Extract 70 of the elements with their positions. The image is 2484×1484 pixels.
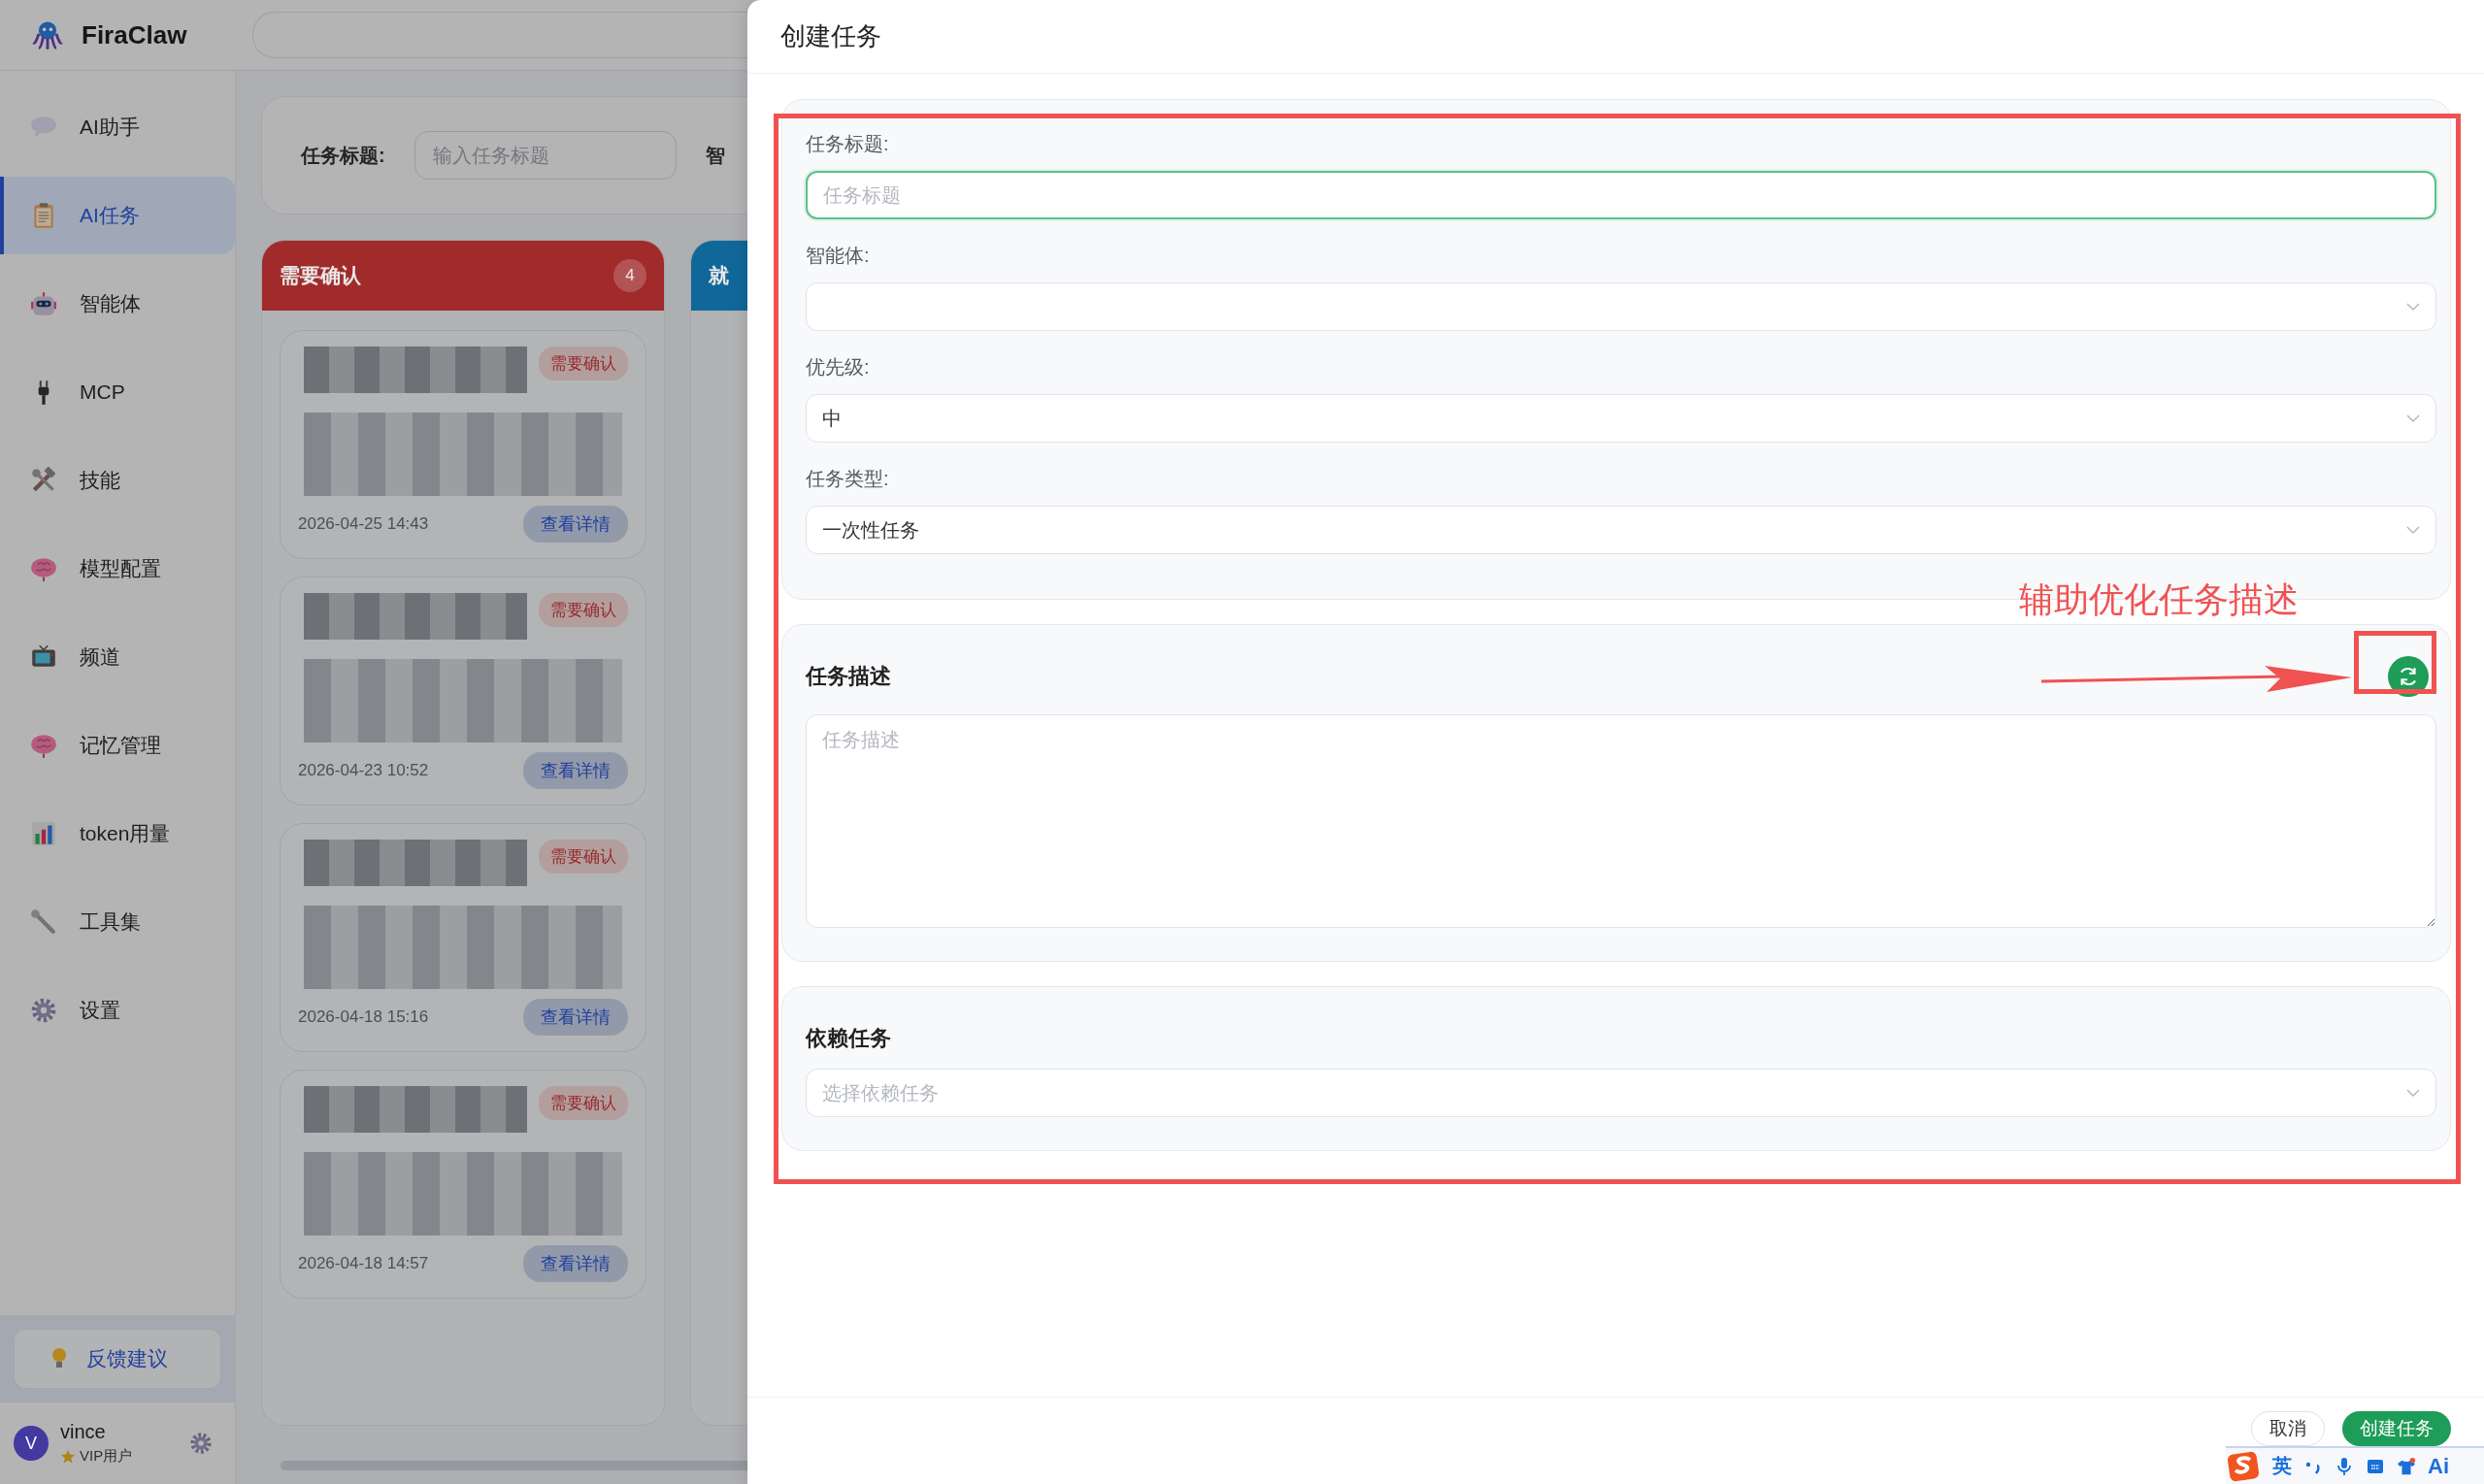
sidebar-item[interactable]: MCP (0, 353, 235, 431)
task-card[interactable]: 需要确认 2026-04-18 14:57 查看详情 (280, 1070, 646, 1299)
octopus-logo-icon (31, 18, 64, 51)
task-card[interactable]: 需要确认 2026-04-25 14:43 查看详情 (280, 330, 646, 559)
feedback-button[interactable]: 反馈建议 (14, 1329, 221, 1389)
t-shirt-icon[interactable] (2397, 1456, 2416, 1476)
panel-title: 创建任务 (780, 20, 881, 52)
annotation-text: 辅助优化任务描述 (2019, 578, 2299, 621)
s-logo-icon[interactable] (2228, 1449, 2261, 1483)
card-timestamp: 2026-04-18 14:57 (298, 1254, 429, 1273)
sidebar-item[interactable]: 工具集 (0, 883, 235, 961)
create-button[interactable]: 创建任务 (2342, 1411, 2451, 1446)
microphone-icon[interactable] (2335, 1456, 2354, 1476)
field-label: 优先级: (806, 355, 871, 379)
bar-chart-icon (29, 819, 58, 848)
star-icon (60, 1448, 76, 1465)
chevron-down-icon (2406, 303, 2420, 311)
chevron-down-icon (2406, 1089, 2420, 1097)
chevron-down-icon (2406, 526, 2420, 534)
settings-icon[interactable] (188, 1431, 214, 1456)
card-timestamp: 2026-04-25 14:43 (298, 514, 429, 534)
user-avatar: V (14, 1426, 49, 1461)
column-title: 需要确认 (280, 263, 361, 288)
user-name: vince (60, 1421, 107, 1443)
card-timestamp: 2026-04-18 15:16 (298, 1007, 429, 1027)
view-details-button[interactable]: 查看详情 (523, 752, 628, 789)
task-title-field[interactable]: 输入任务标题 (414, 131, 677, 180)
sidebar-item[interactable]: AI任务 (0, 177, 235, 254)
view-details-button[interactable]: 查看详情 (523, 1245, 628, 1282)
sidebar-item[interactable]: 记忆管理 (0, 707, 235, 784)
sidebar-item[interactable]: 模型配置 (0, 530, 235, 608)
card-timestamp: 2026-04-23 10:52 (298, 761, 429, 780)
section-heading: 任务描述 (806, 663, 891, 690)
status-badge: 需要确认 (539, 840, 628, 874)
column-title: 就 (709, 263, 729, 288)
settings-icon (29, 996, 58, 1025)
task-card[interactable]: 需要确认 2026-04-18 15:16 查看详情 (280, 823, 646, 1052)
sidebar-item[interactable]: 技能 (0, 442, 235, 519)
sidebar-item[interactable]: token用量 (0, 795, 235, 873)
sidebar-item[interactable]: 智能体 (0, 265, 235, 343)
sidebar-item[interactable]: 频道 (0, 618, 235, 696)
view-details-button[interactable]: 查看详情 (523, 999, 628, 1036)
sidebar-item[interactable]: 设置 (0, 972, 235, 1049)
app-name: FiraClaw (82, 19, 187, 50)
field-label: 任务类型: (806, 467, 890, 491)
status-badge: 需要确认 (539, 593, 628, 627)
field-label: 智能体: (806, 244, 871, 268)
wrench-icon (29, 907, 58, 937)
description-field[interactable]: 任务描述 (806, 714, 2436, 928)
sidebar-item[interactable]: AI助手 (0, 88, 235, 166)
view-details-button[interactable]: 查看详情 (523, 506, 628, 543)
dropdown-field[interactable]: 一次性任务 (806, 506, 2436, 554)
status-badge: 需要确认 (539, 346, 628, 380)
search-field[interactable] (252, 12, 749, 58)
text-input-field[interactable]: 任务标题 (806, 171, 2436, 219)
ai-button[interactable]: Ai (2428, 1453, 2449, 1479)
cancel-button[interactable]: 取消 (2251, 1411, 2325, 1446)
language-mode[interactable]: 英 (2272, 1453, 2292, 1479)
chevron-down-icon (2406, 414, 2420, 422)
robot-icon (29, 289, 58, 318)
field-label: 任务标题: (806, 132, 890, 156)
dropdown-field[interactable]: 中 (806, 394, 2436, 443)
filter-label: 任务标题: (301, 143, 385, 168)
dropdown-field[interactable] (806, 282, 2436, 331)
count-badge: 4 (613, 259, 646, 292)
filter-label: 智 (705, 143, 725, 168)
status-badge: 需要确认 (539, 1086, 628, 1120)
user-role: VIP用户 (80, 1447, 133, 1466)
section-heading: 依赖任务 (806, 1025, 892, 1052)
task-card[interactable]: 需要确认 2026-04-23 10:52 查看详情 (280, 577, 646, 806)
